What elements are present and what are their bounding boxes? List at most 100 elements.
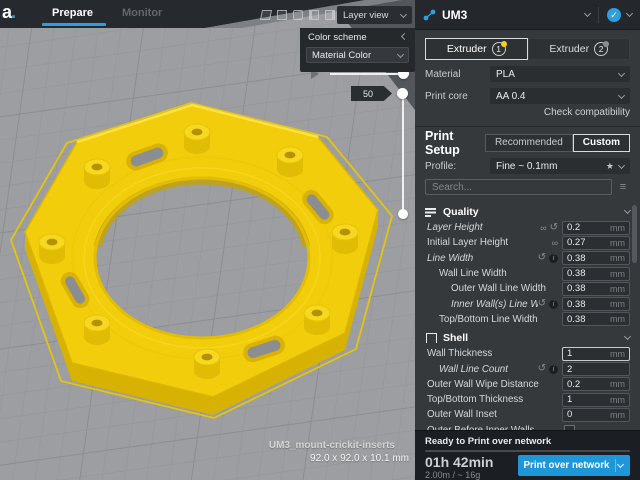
material-label: Material: [425, 69, 490, 80]
link-icon: ∞: [552, 238, 558, 248]
setting-value-box[interactable]: 0.38 mm: [562, 251, 630, 265]
camera-view-toolbar: [261, 10, 335, 20]
print-over-network-button[interactable]: Print over network: [518, 455, 630, 476]
layer-number-badge: 50: [351, 86, 392, 101]
hole-rim: [95, 178, 309, 338]
setting-icons: ↺ i: [538, 299, 558, 309]
view-mode-dropdown[interactable]: Layer view: [337, 6, 412, 24]
extruder-2-badge: 2: [594, 42, 608, 56]
revert-icon[interactable]: ↺: [550, 223, 558, 233]
setting-value-box[interactable]: 0.2 mm: [562, 377, 630, 391]
view-front-icon[interactable]: [277, 10, 287, 20]
print-core-dropdown[interactable]: AA 0.4: [490, 88, 630, 104]
star-icon[interactable]: ★: [606, 161, 614, 172]
setting-row[interactable]: Outer Before Inner Walls: [415, 423, 640, 430]
revert-icon[interactable]: ↺: [538, 299, 546, 309]
setting-icons: ↺ i: [538, 253, 558, 263]
viewport-3d[interactable]: a. Prepare Monitor Layer view Color sche…: [0, 0, 415, 480]
view-left-icon[interactable]: [309, 10, 319, 20]
setting-row[interactable]: Top/Bottom Line Width 0.38 mm: [415, 312, 640, 327]
view-right-icon[interactable]: [325, 10, 335, 20]
print-core-label: Print core: [425, 91, 490, 102]
simulation-slider-track[interactable]: [330, 73, 404, 75]
setting-row[interactable]: Initial Layer Height ∞ 0.27 mm: [415, 235, 640, 250]
sidebar-panel: UM3 ✓ Extruder 1 Extruder 2 Material PLA…: [415, 0, 640, 480]
setting-icons: ↺ i: [538, 364, 558, 374]
layer-slider-track[interactable]: [402, 93, 404, 214]
setting-value-box[interactable]: 0.38 mm: [562, 282, 630, 296]
setting-value-box[interactable]: 2: [562, 362, 630, 376]
setting-unit: mm: [610, 410, 625, 420]
revert-icon[interactable]: ↺: [538, 364, 546, 374]
chevron-down-icon[interactable]: [617, 461, 624, 468]
setting-unit: mm: [610, 269, 625, 279]
setting-value-box[interactable]: 0.38 mm: [562, 312, 630, 326]
recommended-mode-button[interactable]: Recommended: [485, 134, 573, 152]
custom-mode-button[interactable]: Custom: [573, 134, 630, 152]
tab-extruder-1[interactable]: Extruder 1: [425, 38, 528, 60]
view-top-icon[interactable]: [293, 10, 303, 20]
setting-row[interactable]: Wall Thickness 1 mm: [415, 346, 640, 361]
tab-monitor[interactable]: Monitor: [122, 7, 162, 19]
color-scheme-dropdown[interactable]: Material Color: [306, 47, 409, 63]
printer-selector[interactable]: UM3 ✓: [415, 0, 640, 30]
setting-row[interactable]: Outer Wall Wipe Distance 0.2 mm: [415, 377, 640, 392]
profile-dropdown[interactable]: Fine ~ 0.1mm ★: [490, 158, 630, 174]
model-name: UM3_mount-crickit-inserts: [269, 440, 395, 451]
setting-row[interactable]: Top/Bottom Thickness 1 mm: [415, 392, 640, 407]
search-input[interactable]: [425, 179, 612, 195]
setting-row[interactable]: Layer Height ∞ ↺ 0.2 mm: [415, 220, 640, 235]
active-tab-underline: [42, 23, 106, 26]
print-setup-title: Print Setup: [425, 129, 485, 157]
setting-value: 0.38: [567, 299, 610, 310]
scrollbar-thumb[interactable]: [632, 205, 637, 263]
material-dropdown[interactable]: PLA: [490, 66, 630, 82]
setting-label: Outer Wall Line Width: [451, 283, 558, 294]
section-title: Shell: [443, 332, 625, 344]
setting-label: Initial Layer Height: [427, 237, 552, 248]
chevron-down-icon: [584, 10, 591, 17]
tab-extruder-2[interactable]: Extruder 2: [528, 38, 631, 60]
setting-row[interactable]: Outer Wall Line Width 0.38 mm: [415, 281, 640, 296]
setting-value-box[interactable]: 1 mm: [562, 347, 630, 361]
info-icon[interactable]: i: [549, 300, 558, 309]
setting-value: 0.2: [567, 222, 610, 233]
settings-section-header[interactable]: Shell: [415, 329, 640, 346]
setting-value: 0.2: [567, 379, 610, 390]
setting-value-box[interactable]: 0.38 mm: [562, 297, 630, 311]
setting-row[interactable]: Wall Line Count ↺ i 2: [415, 361, 640, 376]
setting-value-box[interactable]: 0 mm: [562, 408, 630, 422]
extruder-1-badge: 1: [492, 42, 506, 56]
settings-list-wrap[interactable]: Quality Layer Height ∞ ↺ 0.2 mm Initial …: [415, 201, 640, 430]
setting-row[interactable]: Wall Line Width 0.38 mm: [415, 266, 640, 281]
job-status: Ready to Print over network: [425, 436, 551, 447]
setting-value-box[interactable]: 0.38 mm: [562, 267, 630, 281]
info-icon[interactable]: i: [549, 365, 558, 374]
info-icon[interactable]: i: [549, 254, 558, 263]
setting-unit: mm: [610, 223, 625, 233]
setting-unit: mm: [610, 299, 625, 309]
chevron-down-icon: [624, 207, 631, 214]
layer-slider-lower-handle[interactable]: [398, 209, 408, 219]
settings-section-header[interactable]: Quality: [415, 203, 640, 220]
setting-value-box[interactable]: 0.27 mm: [562, 236, 630, 250]
setting-value: 0.38: [567, 283, 610, 294]
setting-visibility-menu-icon[interactable]: ≡: [616, 181, 630, 193]
setting-row[interactable]: Line Width ↺ i 0.38 mm: [415, 251, 640, 266]
chevron-down-icon: [397, 50, 404, 57]
check-compatibility-link[interactable]: Check compatibility: [544, 107, 630, 118]
setting-value-box[interactable]: 1 mm: [562, 393, 630, 407]
setting-row[interactable]: Inner Wall(s) Line Width ↺ i 0.38 mm: [415, 296, 640, 311]
setting-row[interactable]: Outer Wall Inset 0 mm: [415, 407, 640, 422]
revert-icon[interactable]: ↺: [538, 253, 546, 263]
setting-value-box[interactable]: 0.2 mm: [562, 221, 630, 235]
collapse-icon[interactable]: [401, 33, 408, 40]
view-3d-icon[interactable]: [260, 10, 272, 20]
tab-prepare[interactable]: Prepare: [52, 7, 93, 19]
chevron-down-icon[interactable]: [626, 10, 633, 17]
layer-slider-upper-handle[interactable]: [397, 88, 408, 99]
model-dimensions: 92.0 x 92.0 x 10.1 mm: [269, 453, 409, 464]
color-scheme-panel: Color scheme Material Color: [300, 28, 415, 72]
setting-label: Top/Bottom Thickness: [427, 394, 558, 405]
setting-icons: ∞ ↺: [540, 223, 558, 233]
